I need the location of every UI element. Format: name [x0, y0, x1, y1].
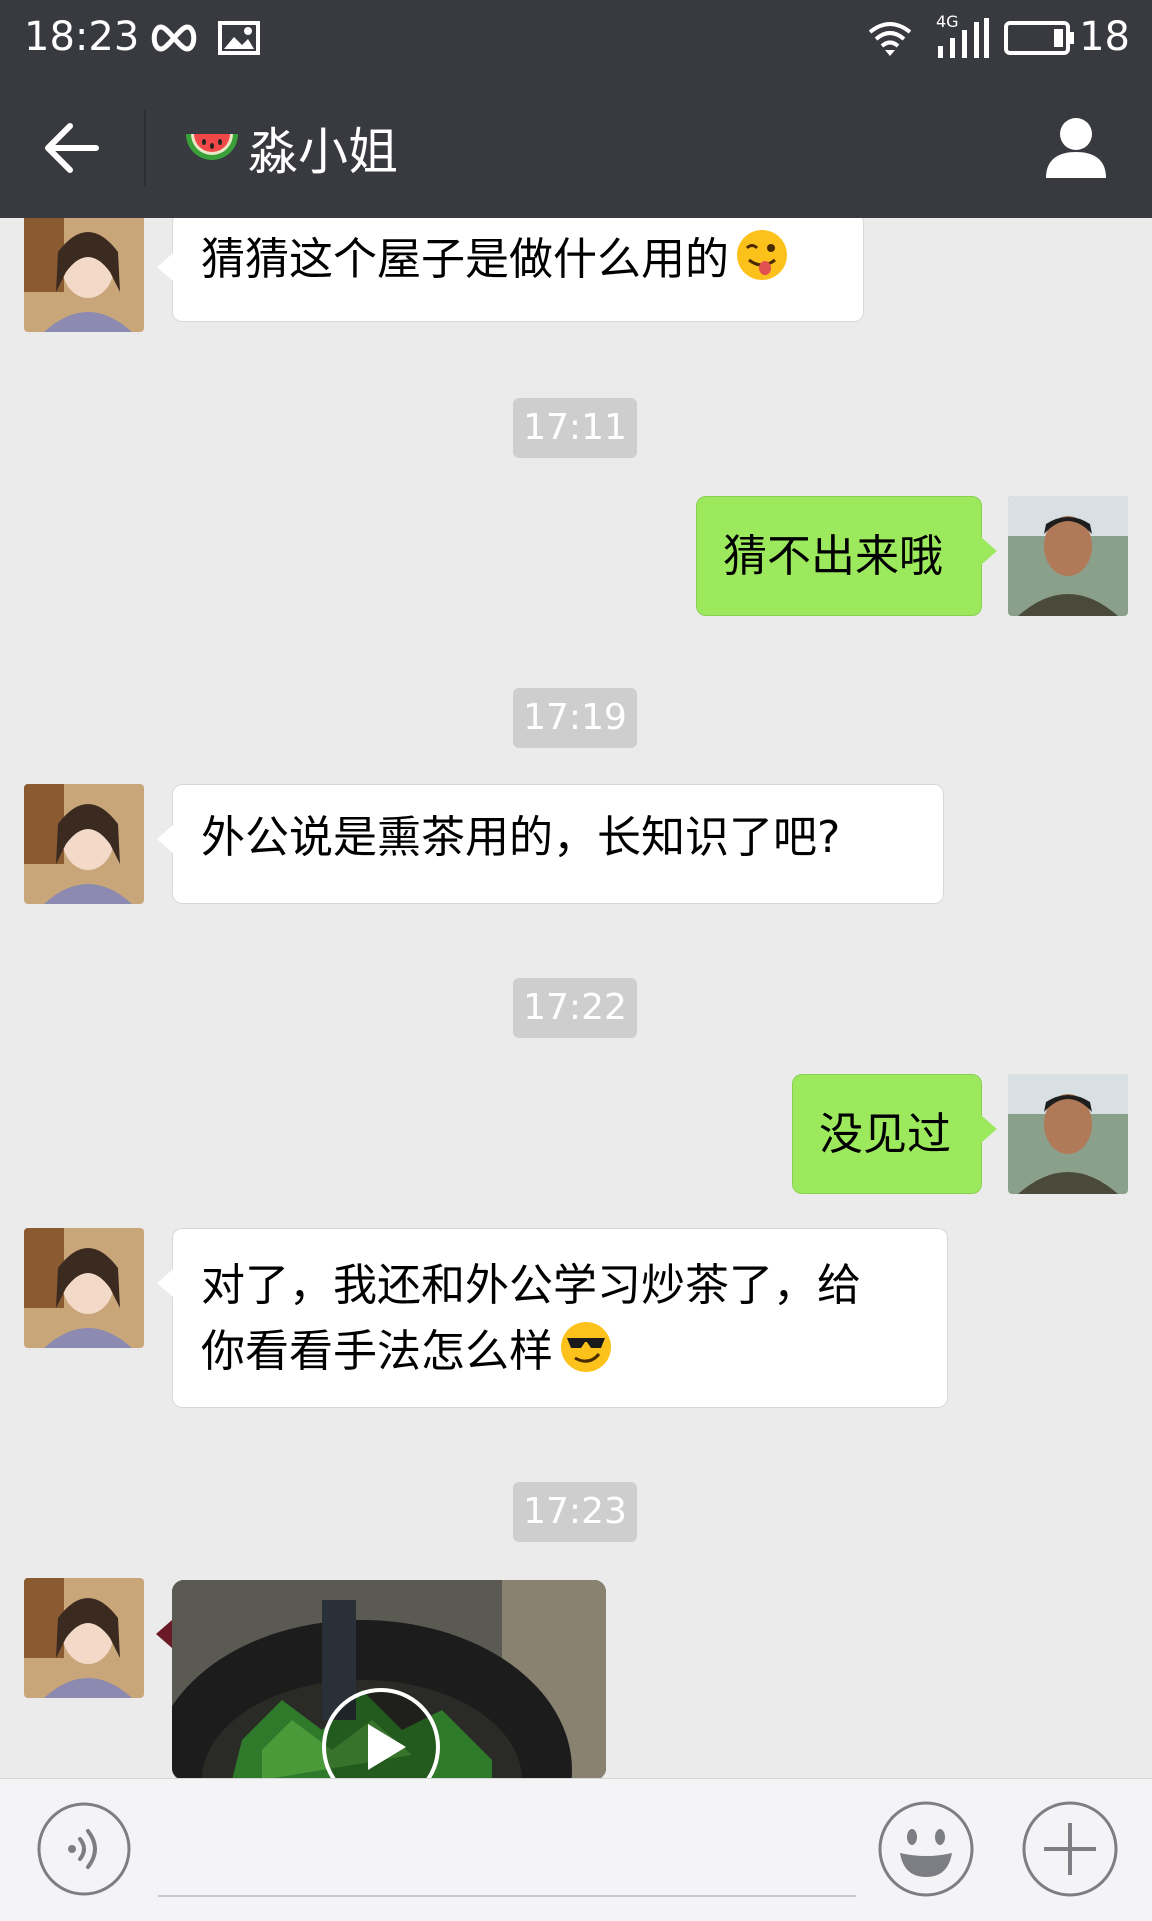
watermelon-icon [186, 134, 238, 160]
message-text: 外公说是熏茶用的，长知识了吧? [201, 812, 841, 863]
timestamp: 17:11 [513, 398, 637, 458]
image-icon [218, 10, 260, 66]
contact-avatar[interactable] [24, 218, 144, 332]
message-text-line: 你看看手法怎么样 [201, 1326, 553, 1377]
header-divider [144, 110, 146, 186]
arrow-left-icon [45, 123, 99, 173]
contact-avatar[interactable] [24, 1228, 144, 1348]
voice-button[interactable] [36, 1801, 132, 1897]
person-icon [1046, 118, 1106, 178]
message-text: 猜猜这个屋子是做什么用的 [201, 234, 729, 285]
back-button[interactable] [36, 112, 108, 184]
sunglasses-emoji [561, 1322, 611, 1372]
contact-name: 淼小姐 [248, 123, 398, 181]
video-bubble-tail [156, 1620, 172, 1648]
message-bubble-incoming[interactable]: 外公说是熏茶用的，长知识了吧? [157, 784, 944, 904]
message-input[interactable] [158, 1803, 856, 1897]
battery-level: 18 [1079, 14, 1130, 60]
chat-title: 淼小姐 [182, 112, 398, 184]
video-message[interactable] [172, 1580, 606, 1778]
message-text: 没见过 [819, 1109, 951, 1160]
input-bar [0, 1778, 1152, 1921]
play-icon[interactable] [320, 1686, 442, 1778]
status-time: 18:23 [24, 14, 140, 60]
message-bubble-outgoing[interactable]: 猜不出来哦 [696, 496, 997, 616]
my-avatar[interactable] [1008, 1074, 1128, 1194]
wifi-icon [866, 10, 914, 66]
winking-tongue-emoji [737, 230, 787, 280]
plus-icon [1022, 1801, 1118, 1897]
more-button[interactable] [1020, 1799, 1120, 1899]
infinity-icon [148, 10, 200, 66]
contact-avatar[interactable] [24, 1578, 144, 1698]
voice-icon [37, 1802, 131, 1896]
emoji-button[interactable] [876, 1799, 976, 1899]
message-bubble-incoming[interactable]: 对了，我还和外公学习炒茶了，给 你看看手法怎么样 [157, 1228, 948, 1408]
signal-icon: 4G [934, 10, 992, 66]
message-list[interactable]: 猜猜这个屋子是做什么用的 17:11 猜不出来哦 17:19 外公说是熏茶用的，… [0, 218, 1152, 1778]
status-bar: 18:23 4G 18 [0, 0, 1152, 76]
message-bubble-incoming[interactable]: 猜猜这个屋子是做什么用的 [157, 218, 864, 322]
my-avatar[interactable] [1008, 496, 1128, 616]
timestamp: 17:22 [513, 978, 637, 1038]
network-type: 4G [936, 12, 959, 31]
message-text-line: 对了，我还和外公学习炒茶了，给 [201, 1260, 861, 1311]
battery-icon [1004, 10, 1076, 66]
smiley-icon [878, 1801, 974, 1897]
timestamp: 17:19 [513, 688, 637, 748]
profile-button[interactable] [1042, 114, 1110, 182]
message-text: 猜不出来哦 [723, 531, 943, 582]
message-bubble-outgoing[interactable]: 没见过 [792, 1074, 997, 1194]
chat-header: 淼小姐 [0, 76, 1152, 218]
contact-avatar[interactable] [24, 784, 144, 904]
timestamp: 17:23 [513, 1482, 637, 1542]
